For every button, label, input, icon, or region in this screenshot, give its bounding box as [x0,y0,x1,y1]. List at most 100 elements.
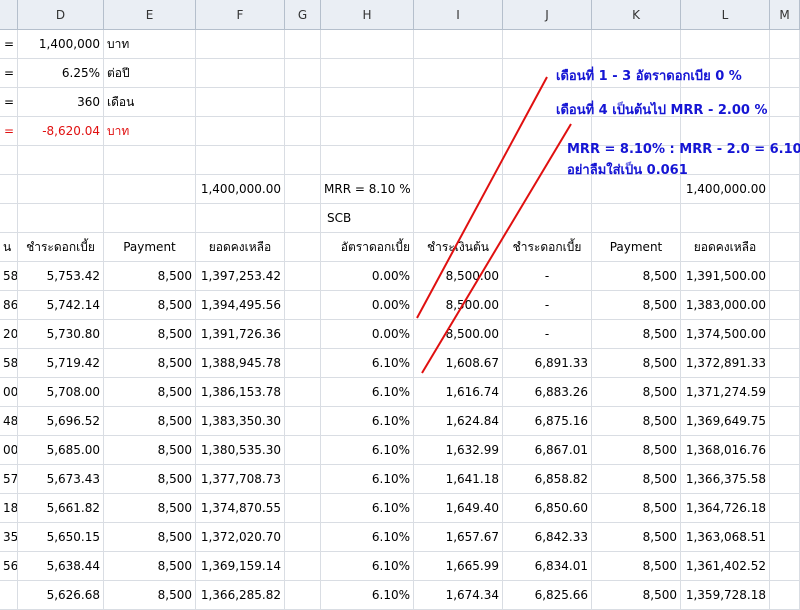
column-header-i[interactable]: I [414,0,503,30]
table-cell-h[interactable]: 6.10% [321,465,414,494]
table-header-bg-g[interactable] [285,233,321,262]
param-value[interactable]: -8,620.04 [18,117,104,146]
table-cell-k[interactable]: 8,500 [592,407,681,436]
table-row-4-bg-m[interactable] [770,378,800,407]
table-cell-h[interactable]: 6.10% [321,407,414,436]
bank-row-bg-d[interactable] [18,204,104,233]
table-row-7-bg-g[interactable] [285,465,321,494]
table-cell-e[interactable]: 8,500 [104,436,196,465]
empty-row-i[interactable] [414,146,503,175]
table-header-i[interactable]: ชำระเงินต้น [414,233,503,262]
table-row-1-bg-g[interactable] [285,291,321,320]
bank-row-bg-k[interactable] [592,204,681,233]
table-cell-e[interactable]: 8,500 [104,523,196,552]
table-cell-d[interactable]: 5,753.42 [18,262,104,291]
table-cell-d[interactable]: 5,696.52 [18,407,104,436]
table-cell-l[interactable]: 1,369,649.75 [681,407,770,436]
table-cell-f[interactable]: 1,391,726.36 [196,320,285,349]
table-cell-e[interactable]: 8,500 [104,407,196,436]
table-cell-d[interactable]: 5,650.15 [18,523,104,552]
table-cell-e[interactable]: 8,500 [104,320,196,349]
table-header-d[interactable]: ชำระดอกเบี้ย [18,233,104,262]
param-row-2-bg-h[interactable] [321,88,414,117]
table-cell-i[interactable]: 1,624.84 [414,407,503,436]
table-cell-k[interactable]: 8,500 [592,320,681,349]
param-row-1-bg-h[interactable] [321,59,414,88]
param-unit[interactable]: ต่อปี [104,59,196,88]
bank-row-bg-f[interactable] [196,204,285,233]
column-header-d[interactable]: D [18,0,104,30]
bank-row-bg-i[interactable] [414,204,503,233]
param-row-0-bg-j[interactable] [503,30,592,59]
table-cell-i[interactable]: 1,649.40 [414,494,503,523]
column-header-k[interactable]: K [592,0,681,30]
table-cell-c[interactable]: 86 [0,291,18,320]
table-header-f[interactable]: ยอดคงเหลือ [196,233,285,262]
table-cell-h[interactable]: 0.00% [321,320,414,349]
param-row-1-bg-f[interactable] [196,59,285,88]
table-cell-c[interactable]: 58 [0,262,18,291]
table-row-11-bg-g[interactable] [285,581,321,610]
table-cell-c[interactable]: 35 [0,523,18,552]
table-cell-l[interactable]: 1,364,726.18 [681,494,770,523]
table-cell-h[interactable]: 6.10% [321,436,414,465]
empty-row-c[interactable] [0,146,18,175]
table-cell-k[interactable]: 8,500 [592,581,681,610]
param-row-3-bg-f[interactable] [196,117,285,146]
table-cell-f[interactable]: 1,374,870.55 [196,494,285,523]
table-header-c[interactable]: น [0,233,18,262]
summary-row-bg-g[interactable] [285,175,321,204]
table-cell-f[interactable]: 1,386,153.78 [196,378,285,407]
table-cell-j[interactable]: - [503,291,592,320]
table-row-0-bg-m[interactable] [770,262,800,291]
param-row-0-bg-l[interactable] [681,30,770,59]
table-cell-d[interactable]: 5,685.00 [18,436,104,465]
table-cell-e[interactable]: 8,500 [104,581,196,610]
table-cell-j[interactable]: 6,850.60 [503,494,592,523]
table-cell-j[interactable]: - [503,320,592,349]
summary-mrr[interactable]: MRR = 8.10 % [321,175,414,204]
table-cell-f[interactable]: 1,366,285.82 [196,581,285,610]
table-cell-h[interactable]: 6.10% [321,581,414,610]
table-cell-l[interactable]: 1,371,274.59 [681,378,770,407]
column-header-f[interactable]: F [196,0,285,30]
table-row-10-bg-g[interactable] [285,552,321,581]
table-row-9-bg-m[interactable] [770,523,800,552]
empty-row-g[interactable] [285,146,321,175]
table-cell-j[interactable]: 6,875.16 [503,407,592,436]
table-cell-d[interactable]: 5,638.44 [18,552,104,581]
bank-row-bg-l[interactable] [681,204,770,233]
table-row-10-bg-m[interactable] [770,552,800,581]
table-cell-l[interactable]: 1,368,016.76 [681,436,770,465]
table-cell-f[interactable]: 1,372,020.70 [196,523,285,552]
summary-row-bg-m[interactable] [770,175,800,204]
param-row-2-bg-g[interactable] [285,88,321,117]
param-row-1-bg-m[interactable] [770,59,800,88]
param-row-1-bg-g[interactable] [285,59,321,88]
table-header-k[interactable]: Payment [592,233,681,262]
table-row-5-bg-g[interactable] [285,407,321,436]
table-cell-j[interactable]: 6,867.01 [503,436,592,465]
column-header-c[interactable] [0,0,18,30]
table-cell-j[interactable]: 6,891.33 [503,349,592,378]
empty-row-e[interactable] [104,146,196,175]
table-cell-c[interactable]: 57 [0,465,18,494]
summary-balance-f[interactable]: 1,400,000.00 [196,175,285,204]
bank-row-bg-m[interactable] [770,204,800,233]
bank-name[interactable]: SCB [321,204,414,233]
table-row-9-bg-g[interactable] [285,523,321,552]
table-cell-c[interactable]: 56 [0,552,18,581]
column-header-g[interactable]: G [285,0,321,30]
table-cell-k[interactable]: 8,500 [592,291,681,320]
param-unit[interactable]: บาท [104,117,196,146]
table-cell-l[interactable]: 1,361,402.52 [681,552,770,581]
summary-row-bg-c[interactable] [0,175,18,204]
table-cell-h[interactable]: 6.10% [321,349,414,378]
param-row-0-bg-i[interactable] [414,30,503,59]
table-cell-f[interactable]: 1,369,159.14 [196,552,285,581]
column-header-j[interactable]: J [503,0,592,30]
table-cell-l[interactable]: 1,366,375.58 [681,465,770,494]
table-header-j[interactable]: ชำระดอกเบี้ย [503,233,592,262]
table-cell-j[interactable]: 6,825.66 [503,581,592,610]
table-row-11-bg-m[interactable] [770,581,800,610]
